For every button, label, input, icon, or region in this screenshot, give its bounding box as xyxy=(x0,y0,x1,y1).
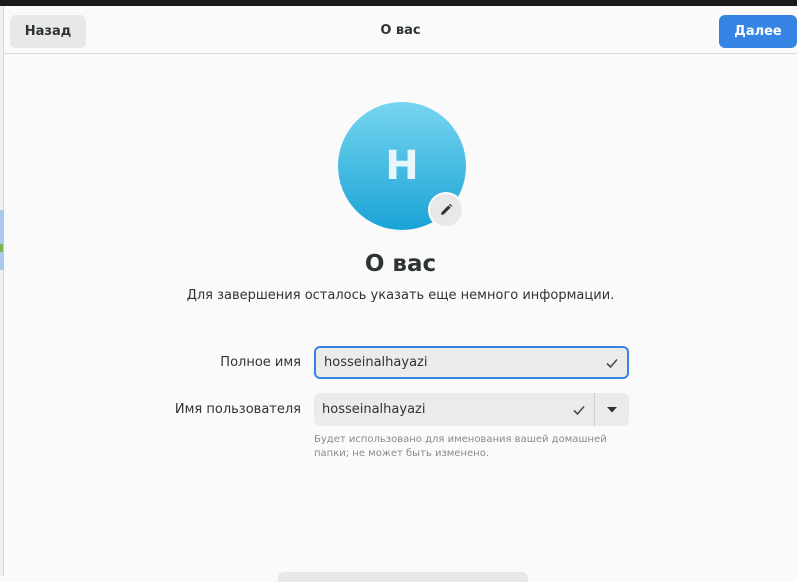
setup-window: О вас Назад Далее H О вас Для завершения… xyxy=(4,6,797,582)
next-button[interactable]: Далее xyxy=(719,15,797,48)
check-icon xyxy=(564,403,594,417)
full-name-value: hosseinalhayazi xyxy=(324,355,428,370)
background-marker xyxy=(0,244,3,252)
page-title: О вас xyxy=(364,251,437,277)
username-hint-line: папки; не может быть изменено. xyxy=(314,448,489,459)
username-hint: Будет использовано для именования вашей … xyxy=(314,433,634,461)
full-name-field[interactable]: hosseinalhayazi xyxy=(314,346,629,379)
pencil-icon xyxy=(441,203,453,215)
username-value: hosseinalhayazi xyxy=(322,402,426,417)
username-combo[interactable]: hosseinalhayazi xyxy=(314,393,629,426)
username-label: Имя пользователя xyxy=(174,402,301,417)
header-title: О вас xyxy=(380,22,421,38)
check-icon xyxy=(597,356,627,370)
avatar-edit-button[interactable] xyxy=(428,192,464,228)
full-name-label: Полное имя xyxy=(220,355,301,370)
avatar-initial: H xyxy=(385,143,419,189)
bottom-button[interactable] xyxy=(278,572,528,582)
chevron-down-icon xyxy=(607,406,617,412)
page-subtitle: Для завершения осталось указать еще немн… xyxy=(186,288,615,303)
username-dropdown-button[interactable] xyxy=(595,393,629,426)
header-bar: О вас Назад Далее xyxy=(4,6,797,54)
back-button[interactable]: Назад xyxy=(10,15,86,48)
username-hint-line: Будет использовано для именования вашей … xyxy=(314,434,607,445)
